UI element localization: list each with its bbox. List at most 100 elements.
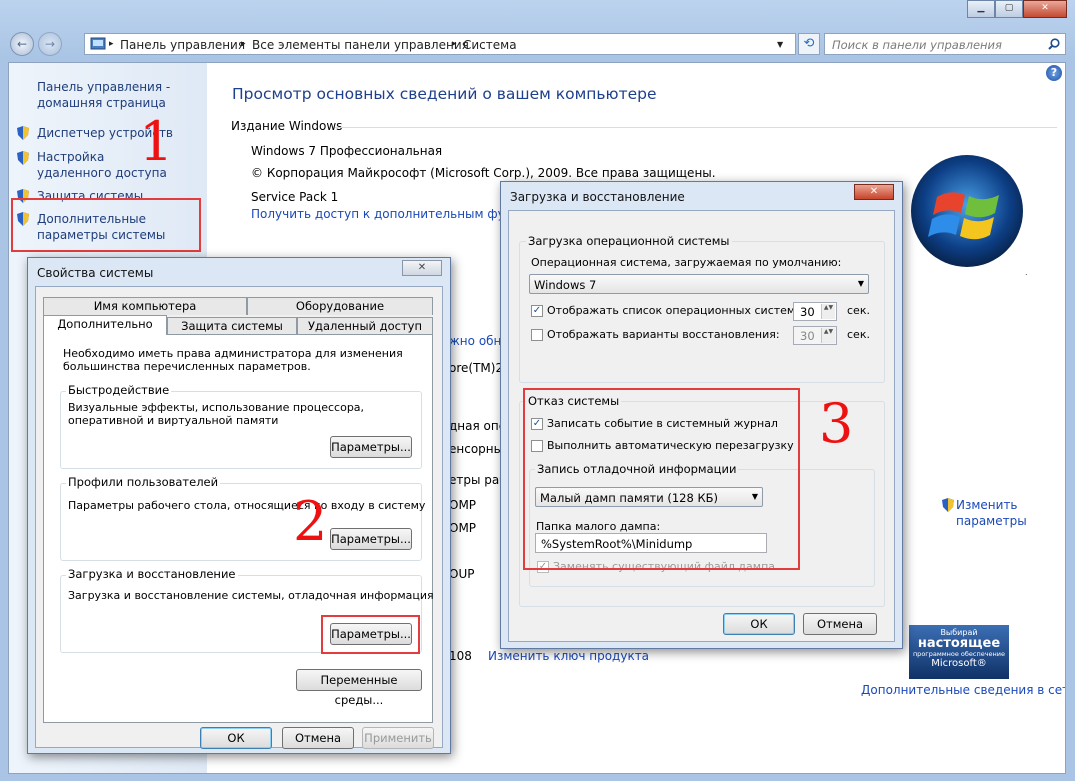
show-os-list-checkbox[interactable]: ✓ [531,305,543,317]
change-settings-link[interactable]: Изменить [956,498,1018,512]
startup-recovery-dialog: Загрузка и восстановление ✕ Загрузка опе… [500,181,903,649]
change-settings-link-line2[interactable]: параметры [956,514,1027,528]
search-placeholder: Поиск в панели управления [832,38,1002,52]
workgroup-fragment: OUP [449,567,475,581]
tab-computer-name[interactable]: Имя компьютера [43,297,247,315]
dialog-title: Загрузка и восстановление [510,190,685,204]
control-panel-icon [90,37,106,50]
default-os-label: Операционная система, загружаемая по умо… [531,256,842,269]
show-recovery-value: 30 [800,329,815,343]
genuine-microsoft-badge[interactable]: Выбирай настоящее программное обеспечени… [909,625,1009,679]
refresh-icon: ⟲ [803,36,815,51]
show-os-list-value: 30 [800,305,815,319]
sec-label: сек. [847,304,870,317]
control-panel-home-link[interactable]: Панель управления - домашняя страница [37,79,187,111]
navigation-bar: ← → ▸ Панель управления ▸ Все элементы п… [8,32,1066,56]
admin-notice: Необходимо иметь права администратора дл… [63,347,403,373]
show-recovery-stepper[interactable]: 30 ▲▼ [793,326,837,345]
ok-button[interactable]: ОК [723,613,795,635]
tab-remote[interactable]: Удаленный доступ [297,317,433,335]
show-os-list-label: Отображать список операционных систем: [547,304,799,317]
cancel-button[interactable]: Отмена [803,613,877,635]
genuine-line2: настоящее [917,636,1001,651]
more-info-link[interactable]: Дополнительные сведения в сети... [861,683,1065,697]
back-arrow-icon: ← [16,37,28,51]
breadcrumb-separator-icon: ▸ [452,39,457,49]
performance-settings-button[interactable]: Параметры... [330,436,412,458]
shield-icon [942,498,954,512]
edition-header: Издание Windows [231,119,343,133]
user-profiles-desc: Параметры рабочего стола, относящиеся ко… [68,499,426,512]
close-icon: ✕ [869,186,879,197]
spin-arrows-icon[interactable]: ▲▼ [821,328,835,343]
dialog-title: Свойства системы [37,266,154,280]
back-button[interactable]: ← [10,32,34,56]
apply-button[interactable]: Применить [362,727,434,749]
page-title: Просмотр основных сведений о вашем компь… [232,85,657,103]
change-product-key-link[interactable]: Изменить ключ продукта [488,649,649,663]
advanced-tab-page: Необходимо иметь права администратора дл… [43,334,434,723]
divider [335,127,1057,128]
breadcrumb-all-items[interactable]: Все элементы панели управления [252,38,469,52]
close-button[interactable]: ✕ [1023,0,1067,18]
tab-advanced[interactable]: Дополнительно [43,315,167,335]
default-os-select[interactable]: Windows 7 ▼ [529,274,869,294]
os-startup-label: Загрузка операционной системы [526,234,732,248]
annotation-number-2: 2 [293,490,328,553]
minimize-button[interactable]: ▁ [967,0,995,18]
help-icon[interactable]: ? [1046,65,1062,81]
tab-system-protection[interactable]: Защита системы [167,317,297,335]
startup-recovery-label: Загрузка и восстановление [66,567,238,581]
windows-logo-icon: . [911,155,1028,277]
computer-name-fragment: OMP [449,498,477,512]
caption-buttons: ▁ ▢ ✕ [967,0,1067,18]
sec-label: сек. [847,328,870,341]
annotation-number-1: 1 [139,110,174,173]
user-profiles-label: Профили пользователей [66,475,221,489]
genuine-line4: Microsoft® [931,658,987,669]
tab-hardware[interactable]: Оборудование [247,297,433,315]
dialog-close-button[interactable]: ✕ [854,184,894,200]
default-os-value: Windows 7 [534,278,597,292]
ok-button[interactable]: ОК [200,727,272,749]
service-pack: Service Pack 1 [251,190,339,204]
search-input[interactable]: Поиск в панели управления [824,33,1066,55]
shield-icon [17,151,29,165]
dialog-body: Имя компьютера Оборудование Дополнительн… [35,286,443,749]
show-recovery-checkbox[interactable] [531,329,543,341]
product-id-fragment: 108 [449,649,472,663]
refresh-button[interactable]: ⟲ [798,33,820,55]
system-properties-dialog: Свойства системы ✕ Имя компьютера Оборуд… [27,257,451,754]
show-recovery-label: Отображать варианты восстановления: [547,328,780,341]
breadcrumb-control-panel[interactable]: Панель управления [120,38,245,52]
breadcrumb-separator-icon: ▸ [109,39,114,49]
genuine-line3: программное обеспечение [912,650,1006,658]
annotation-box-2 [321,615,420,654]
get-features-link[interactable]: Получить доступ к дополнительным функция… [251,207,503,221]
breadcrumb-separator-icon: ▸ [241,39,246,49]
show-os-list-stepper[interactable]: 30 ▲▼ [793,302,837,321]
spin-arrows-icon[interactable]: ▲▼ [821,304,835,319]
dialog-close-button[interactable]: ✕ [402,260,442,276]
chevron-down-icon: ▼ [857,279,864,288]
edition-name: Windows 7 Профессиональная [251,144,443,158]
maximize-button[interactable]: ▢ [995,0,1023,18]
full-name-fragment: OMP [449,521,477,535]
environment-variables-button[interactable]: Переменные среды... [296,669,422,707]
search-icon [1048,38,1060,50]
svg-text:.: . [1025,268,1028,277]
annotation-number-3: 3 [819,392,854,455]
breadcrumb-system[interactable]: Система [463,38,517,52]
annotation-box-1 [11,198,201,252]
copyright-text: © Корпорация Майкрософт (Microsoft Corp.… [251,166,716,180]
shield-icon [17,126,29,140]
address-bar[interactable]: ▸ Панель управления ▸ Все элементы панел… [84,33,796,55]
startup-recovery-desc: Загрузка и восстановление системы, отлад… [68,589,434,602]
address-dropdown-icon[interactable]: ▼ [777,40,783,49]
performance-label: Быстродействие [66,383,172,397]
cancel-button[interactable]: Отмена [282,727,354,749]
user-profiles-settings-button[interactable]: Параметры... [330,528,412,550]
forward-button[interactable]: → [38,32,62,56]
processor-fragment: ore(TM)2 [449,361,504,375]
forward-arrow-icon: → [44,37,56,51]
